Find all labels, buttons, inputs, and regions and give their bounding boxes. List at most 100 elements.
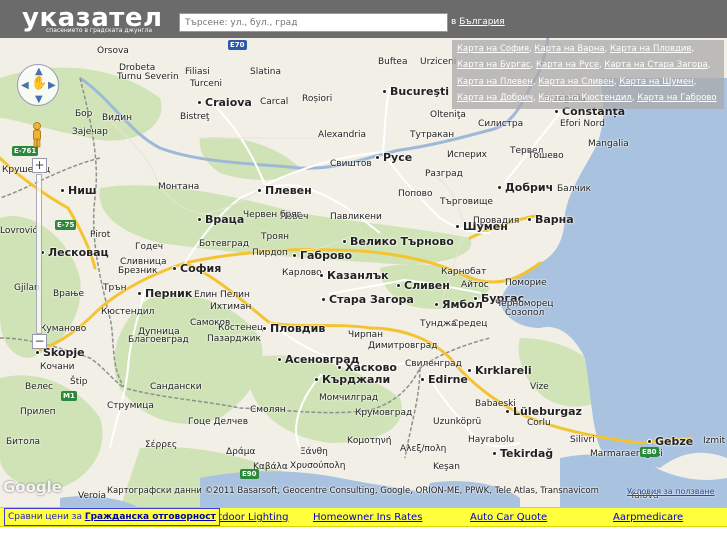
map-place-label: Efori Nord <box>560 119 605 129</box>
pan-control[interactable]: ▲ ▼ ◀ ▶ ✋ <box>17 64 59 106</box>
ad-link-auto-car-quote[interactable]: Auto Car Quote <box>470 512 547 523</box>
city-map-link[interactable]: Карта на Плевен <box>457 77 533 87</box>
pan-left-icon[interactable]: ◀ <box>21 81 29 91</box>
country-link[interactable]: България <box>459 17 505 27</box>
map-place-label: Карнобат <box>441 267 487 277</box>
map-place-label: Разград <box>425 169 463 179</box>
map-place-label: Urziceni <box>420 57 457 67</box>
city-map-link[interactable]: Карта на Добрич <box>457 93 533 103</box>
compare-prefix: Сравни цени за <box>8 512 82 522</box>
map-place-label: Врање <box>53 289 85 299</box>
city-map-link[interactable]: Карта на Кюстендил <box>538 93 631 103</box>
ad-link-homeowner-ins[interactable]: Homeowner Ins Rates <box>313 512 422 523</box>
highway-shield: E80 <box>640 447 659 457</box>
city-marker <box>172 266 177 271</box>
city-marker <box>137 291 142 296</box>
map-place-label: Carcal <box>260 97 289 107</box>
map-place-label: Попово <box>398 189 433 199</box>
map-place-label: Свиленград <box>405 359 462 369</box>
map-place-label: Пловдив <box>270 322 326 335</box>
map-place-label: Елин Пелин <box>194 290 250 300</box>
city-marker <box>505 409 510 414</box>
map-place-label: Skopje <box>43 346 85 359</box>
pan-down-icon[interactable]: ▼ <box>35 95 43 105</box>
map-place-label: Veroia <box>78 491 107 501</box>
map-place-label: Габрово <box>300 249 353 262</box>
map-place-label: Момчилград <box>319 393 379 403</box>
map-place-label: Alexandria <box>318 130 367 140</box>
city-map-link[interactable]: Карта на Русе <box>536 60 599 70</box>
map-place-label: Кърджали <box>322 373 391 386</box>
city-marker <box>262 326 267 331</box>
city-marker <box>197 100 202 105</box>
city-map-link[interactable]: Карта на София <box>457 44 529 54</box>
map-place-label: Крумовград <box>355 408 413 418</box>
map-place-label: Olteniţa <box>430 110 466 120</box>
map-place-label: Filiasi <box>185 67 210 77</box>
map-place-label: Сандански <box>150 382 202 392</box>
zoom-out-button[interactable]: − <box>32 334 47 349</box>
map-place-label: Плевен <box>265 184 312 197</box>
map-place-label: Ботевград <box>199 239 249 249</box>
map-place-label: Трън <box>103 283 127 293</box>
google-logo[interactable]: Google <box>3 478 62 496</box>
city-map-link[interactable]: Карта на Шумен <box>619 77 693 87</box>
compare-link[interactable]: Гражданска отговорност <box>85 512 216 522</box>
map-place-label: Варна <box>535 213 574 226</box>
map-place-label: Kırklareli <box>475 364 532 377</box>
map-place-label: Babaeski <box>475 399 516 409</box>
city-marker <box>314 377 319 382</box>
pegman-icon[interactable] <box>31 122 43 148</box>
map-place-label: Търговище <box>440 197 493 207</box>
terms-of-use-link[interactable]: Условия за ползване <box>627 487 715 496</box>
city-marker <box>292 253 297 258</box>
map-place-label: Štip <box>70 377 88 387</box>
map-place-label: Балчик <box>557 184 592 194</box>
city-map-link[interactable]: Карта на Пловдив <box>610 44 691 54</box>
map-place-label: Провадия <box>473 216 520 226</box>
map-place-label: Павликени <box>330 212 382 222</box>
zoom-in-button[interactable]: + <box>32 158 47 173</box>
map-place-label: Битола <box>6 437 41 447</box>
map-place-label: Видин <box>102 113 132 123</box>
map-place-label: Стара Загора <box>329 293 414 306</box>
map-place-label: Turceni <box>190 79 223 89</box>
map-place-label: Κομοτηνή <box>347 436 392 446</box>
map-place-label: Асеновград <box>285 353 360 366</box>
map-place-label: Димитровград <box>368 341 438 351</box>
city-marker <box>382 89 387 94</box>
city-marker <box>60 188 65 193</box>
map-place-label: Craiova <box>205 96 252 109</box>
map-place-label: Прилеп <box>20 407 56 417</box>
city-map-link[interactable]: Карта на Варна <box>534 44 604 54</box>
map-place-label: Лесковац <box>48 246 109 259</box>
city-marker <box>35 350 40 355</box>
map-place-label: Силистра <box>478 119 524 129</box>
city-map-link[interactable]: Карта на Габрово <box>637 93 716 103</box>
search-input[interactable] <box>179 13 448 32</box>
highway-shield: E90 <box>240 469 259 479</box>
city-map-link[interactable]: Карта на Сливен <box>538 77 614 87</box>
hand-icon: ✋ <box>31 76 48 91</box>
city-map-link[interactable]: Карта на Бургас <box>457 60 531 70</box>
map-place-label: Hayrabolu <box>468 435 515 445</box>
map-place-label: Σέρρες <box>145 440 178 450</box>
map-place-label: Сливница <box>120 257 167 267</box>
pan-right-icon[interactable]: ▶ <box>48 81 56 91</box>
city-marker <box>319 273 324 278</box>
city-marker <box>321 297 326 302</box>
map-place-label: Черноморец <box>495 299 554 309</box>
city-marker <box>337 365 342 370</box>
city-marker <box>497 185 502 190</box>
city-marker <box>396 283 401 288</box>
map-place-label: Карлово <box>282 268 322 278</box>
ad-link-aarpmedicare[interactable]: Aarpmedicare <box>613 512 683 523</box>
search-scope: в България <box>451 17 505 27</box>
city-marker <box>277 357 282 362</box>
map-place-label: Corlu <box>527 418 551 428</box>
highway-shield: M1 <box>61 391 77 401</box>
city-map-link[interactable]: Карта на Стара Загора <box>604 60 707 70</box>
zoom-slider[interactable] <box>36 174 42 334</box>
map-place-label: Благоевград <box>128 335 189 345</box>
map-place-label: Turnu Severin <box>117 72 179 82</box>
